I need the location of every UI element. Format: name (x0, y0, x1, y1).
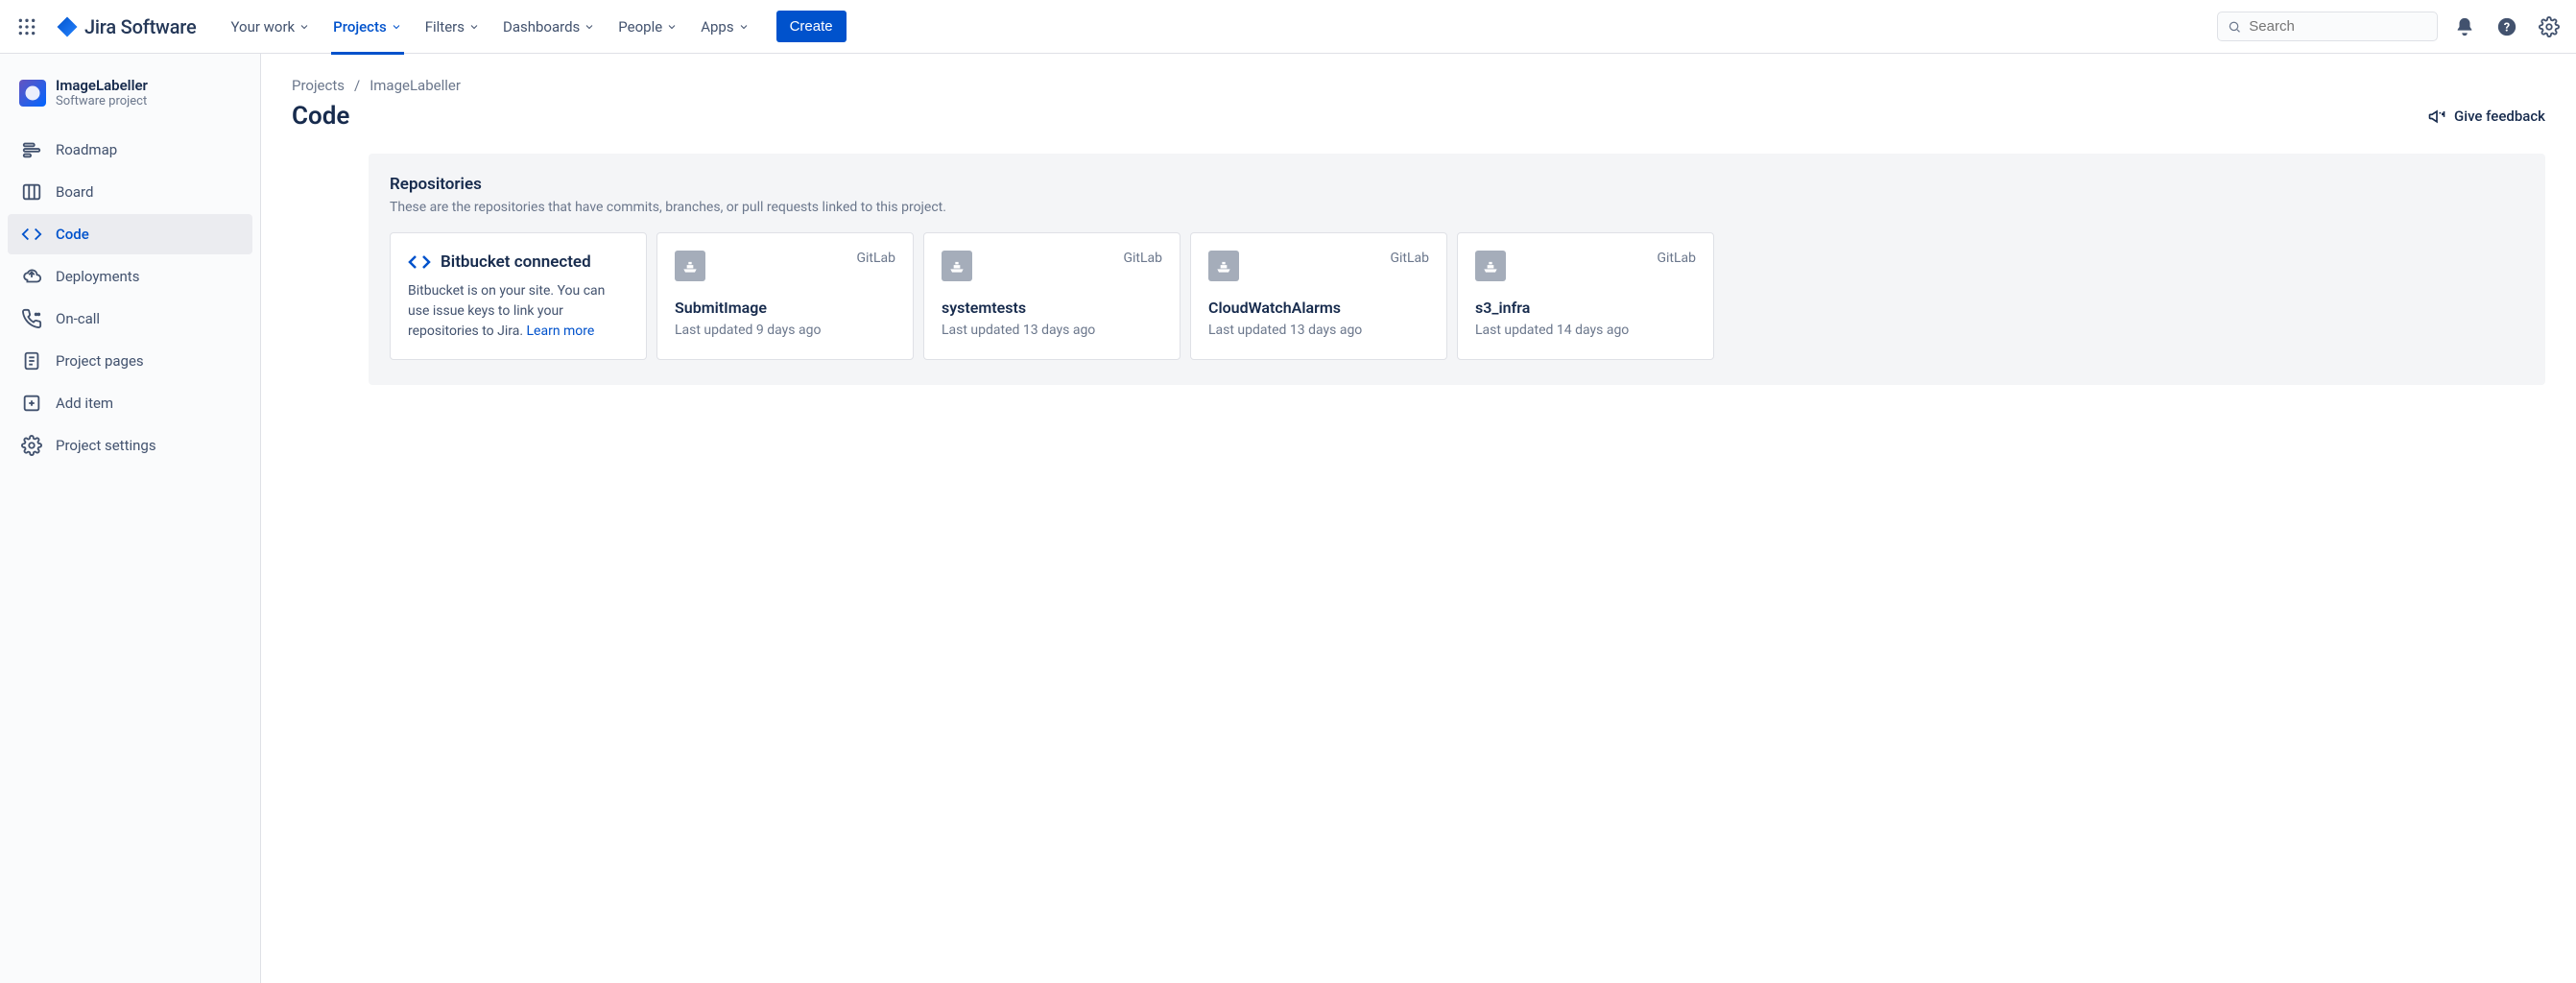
sidebar-item-label: Code (56, 226, 89, 243)
sidebar-item-deployments[interactable]: Deployments (8, 256, 252, 297)
search-box[interactable] (2217, 12, 2438, 41)
nav-your-work[interactable]: Your work (221, 11, 320, 43)
repo-card[interactable]: GitLab SubmitImage Last updated 9 days a… (656, 232, 914, 360)
top-nav: Jira Software Your work Projects Filters… (0, 0, 2576, 54)
repo-updated: Last updated 9 days ago (675, 323, 895, 338)
sidebar-item-label: Add item (56, 395, 113, 412)
roadmap-icon (21, 139, 42, 160)
repo-card[interactable]: GitLab CloudWatchAlarms Last updated 13 … (1190, 232, 1447, 360)
gear-icon (21, 435, 42, 456)
sidebar-item-project-settings[interactable]: Project settings (8, 425, 252, 466)
repo-card[interactable]: GitLab s3_infra Last updated 14 days ago (1457, 232, 1714, 360)
nav-items: Your work Projects Filters Dashboards Pe… (221, 11, 758, 43)
create-button[interactable]: Create (776, 11, 847, 42)
sidebar-item-label: Project pages (56, 352, 144, 370)
nav-apps[interactable]: Apps (691, 11, 758, 43)
ship-icon (675, 251, 705, 281)
project-name: ImageLabeller (56, 77, 148, 94)
project-avatar-icon (19, 80, 46, 107)
main-content: Projects / ImageLabeller Code Give feedb… (261, 54, 2576, 983)
repo-updated: Last updated 13 days ago (1208, 323, 1429, 338)
bitbucket-card-title: Bitbucket connected (441, 252, 591, 272)
jira-logo-icon (56, 15, 79, 38)
code-icon (21, 224, 42, 245)
repo-provider: GitLab (1657, 251, 1696, 266)
repo-name: CloudWatchAlarms (1208, 299, 1429, 317)
pages-icon (21, 350, 42, 372)
repositories-subtitle: These are the repositories that have com… (390, 200, 2524, 215)
chevron-down-icon (298, 21, 310, 33)
repo-name: SubmitImage (675, 299, 895, 317)
chevron-down-icon (738, 21, 750, 33)
code-icon (408, 251, 431, 274)
nav-projects[interactable]: Projects (323, 11, 412, 43)
ship-icon (1208, 251, 1239, 281)
sidebar-item-add-item[interactable]: Add item (8, 383, 252, 423)
app-switcher-icon[interactable] (12, 12, 42, 42)
bitbucket-card-description: Bitbucket is on your site. You can use i… (408, 281, 629, 342)
repo-updated: Last updated 14 days ago (1475, 323, 1696, 338)
learn-more-link[interactable]: Learn more (527, 324, 595, 339)
sidebar-item-label: Roadmap (56, 141, 117, 158)
breadcrumb-project[interactable]: ImageLabeller (370, 77, 461, 94)
deployments-icon (21, 266, 42, 287)
on-call-icon (21, 308, 42, 329)
settings-icon[interactable] (2534, 12, 2564, 42)
sidebar-item-label: Project settings (56, 437, 156, 454)
ship-icon (942, 251, 972, 281)
repo-provider: GitLab (1123, 251, 1162, 266)
repo-provider: GitLab (856, 251, 895, 266)
nav-filters[interactable]: Filters (416, 11, 489, 43)
repo-updated: Last updated 13 days ago (942, 323, 1162, 338)
sidebar-item-code[interactable]: Code (8, 214, 252, 254)
search-icon (2228, 19, 2241, 35)
repositories-panel: Repositories These are the repositories … (369, 154, 2545, 385)
sidebar-item-label: On-call (56, 310, 100, 327)
chevron-down-icon (468, 21, 480, 33)
chevron-down-icon (391, 21, 402, 33)
repo-provider: GitLab (1390, 251, 1429, 266)
give-feedback-button[interactable]: Give feedback (2427, 107, 2545, 126)
repo-card[interactable]: GitLab systemtests Last updated 13 days … (923, 232, 1181, 360)
search-input[interactable] (2249, 18, 2427, 35)
nav-dashboards[interactable]: Dashboards (493, 11, 605, 43)
breadcrumb: Projects / ImageLabeller (292, 77, 2545, 94)
sidebar-item-on-call[interactable]: On-call (8, 299, 252, 339)
logo-text: Jira Software (84, 15, 196, 38)
repo-name: s3_infra (1475, 299, 1696, 317)
page-title: Code (292, 102, 349, 131)
sidebar-item-label: Board (56, 183, 93, 201)
board-icon (21, 181, 42, 203)
sidebar-item-project-pages[interactable]: Project pages (8, 341, 252, 381)
repo-name: systemtests (942, 299, 1162, 317)
megaphone-icon (2427, 107, 2446, 126)
svg-text:?: ? (2504, 20, 2510, 35)
project-header[interactable]: ImageLabeller Software project (8, 73, 252, 128)
help-icon[interactable]: ? (2492, 12, 2522, 42)
breadcrumb-projects[interactable]: Projects (292, 77, 345, 94)
nav-people[interactable]: People (608, 11, 687, 43)
bitbucket-connected-card: Bitbucket connected Bitbucket is on your… (390, 232, 647, 360)
project-type: Software project (56, 94, 148, 108)
chevron-down-icon (666, 21, 678, 33)
repositories-title: Repositories (390, 175, 2524, 194)
jira-logo[interactable]: Jira Software (48, 15, 203, 38)
sidebar-item-roadmap[interactable]: Roadmap (8, 130, 252, 170)
sidebar-item-board[interactable]: Board (8, 172, 252, 212)
sidebar-item-label: Deployments (56, 268, 139, 285)
chevron-down-icon (584, 21, 595, 33)
notifications-icon[interactable] (2449, 12, 2480, 42)
ship-icon (1475, 251, 1506, 281)
sidebar: ImageLabeller Software project Roadmap B… (0, 54, 261, 983)
add-item-icon (21, 393, 42, 414)
